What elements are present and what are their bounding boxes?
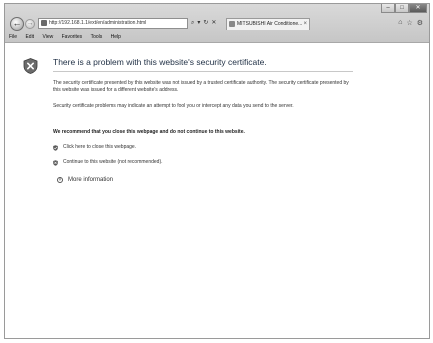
site-icon: [229, 21, 235, 27]
menu-edit[interactable]: Edit: [25, 34, 34, 40]
favorites-star-icon[interactable]: ☆: [406, 19, 412, 27]
close-page-link[interactable]: Click here to close this webpage.: [53, 144, 136, 151]
tab-close-icon[interactable]: ×: [303, 19, 307, 30]
dropdown-icon[interactable]: ▾: [197, 18, 200, 29]
menu-view[interactable]: View: [42, 34, 53, 40]
more-information-label[interactable]: More information: [68, 177, 113, 183]
address-text: http://192.168.1.1/ext/en/administration…: [49, 20, 147, 26]
expand-icon: ˅: [57, 177, 63, 183]
close-window-button[interactable]: ✕: [409, 4, 427, 13]
menu-help[interactable]: Help: [111, 34, 121, 40]
more-information-toggle[interactable]: ˅ More information: [57, 177, 113, 183]
minimize-button[interactable]: –: [381, 4, 395, 13]
continue-link[interactable]: Continue to this website (not recommende…: [53, 159, 163, 166]
back-button[interactable]: ←: [10, 17, 24, 31]
page-icon: [41, 20, 47, 26]
home-icon[interactable]: ⌂: [398, 19, 402, 27]
refresh-icon[interactable]: ↻: [203, 18, 208, 29]
search-icon[interactable]: ⌕: [191, 18, 194, 29]
green-shield-icon: [53, 144, 58, 151]
gear-icon[interactable]: ⚙: [417, 19, 423, 27]
continue-link-label[interactable]: Continue to this website (not recommende…: [63, 159, 163, 166]
tab-active[interactable]: MITSUBISHI Air Conditione... ×: [226, 18, 310, 30]
window-controls: – □ ✕: [381, 4, 427, 14]
page-title: There is a problem with this website's s…: [53, 57, 267, 67]
page-content: There is a problem with this website's s…: [5, 43, 429, 338]
address-tools: ⌕ ▾ ↻ ✕: [191, 18, 216, 29]
certificate-explanation: The security certificate presented by th…: [53, 80, 349, 93]
browser-window: – □ ✕ ← → http://192.168.1.1/ext/en/admi…: [4, 3, 430, 339]
browser-chrome: – □ ✕ ← → http://192.168.1.1/ext/en/admi…: [5, 4, 429, 43]
recommendation-text: We recommend that you close this webpage…: [53, 129, 245, 135]
title-divider: [53, 71, 353, 72]
menu-file[interactable]: File: [9, 34, 17, 40]
maximize-button[interactable]: □: [395, 4, 409, 13]
address-bar[interactable]: http://192.168.1.1/ext/en/administration…: [38, 18, 188, 29]
menu-bar: File Edit View Favorites Tools Help: [5, 32, 429, 42]
toolbar-icons: ⌂ ☆ ⚙: [398, 19, 423, 27]
warning-shield-icon: [23, 58, 38, 74]
close-page-link-label[interactable]: Click here to close this webpage.: [63, 144, 136, 151]
security-warning-text: Security certificate problems may indica…: [53, 103, 294, 109]
menu-tools[interactable]: Tools: [91, 34, 103, 40]
navigation-bar: ← → http://192.168.1.1/ext/en/administra…: [5, 17, 429, 31]
stop-icon[interactable]: ✕: [211, 18, 216, 29]
forward-button[interactable]: →: [25, 19, 35, 29]
tab-title: MITSUBISHI Air Conditione...: [237, 21, 303, 27]
red-shield-icon: [53, 159, 58, 166]
menu-favorites[interactable]: Favorites: [62, 34, 83, 40]
